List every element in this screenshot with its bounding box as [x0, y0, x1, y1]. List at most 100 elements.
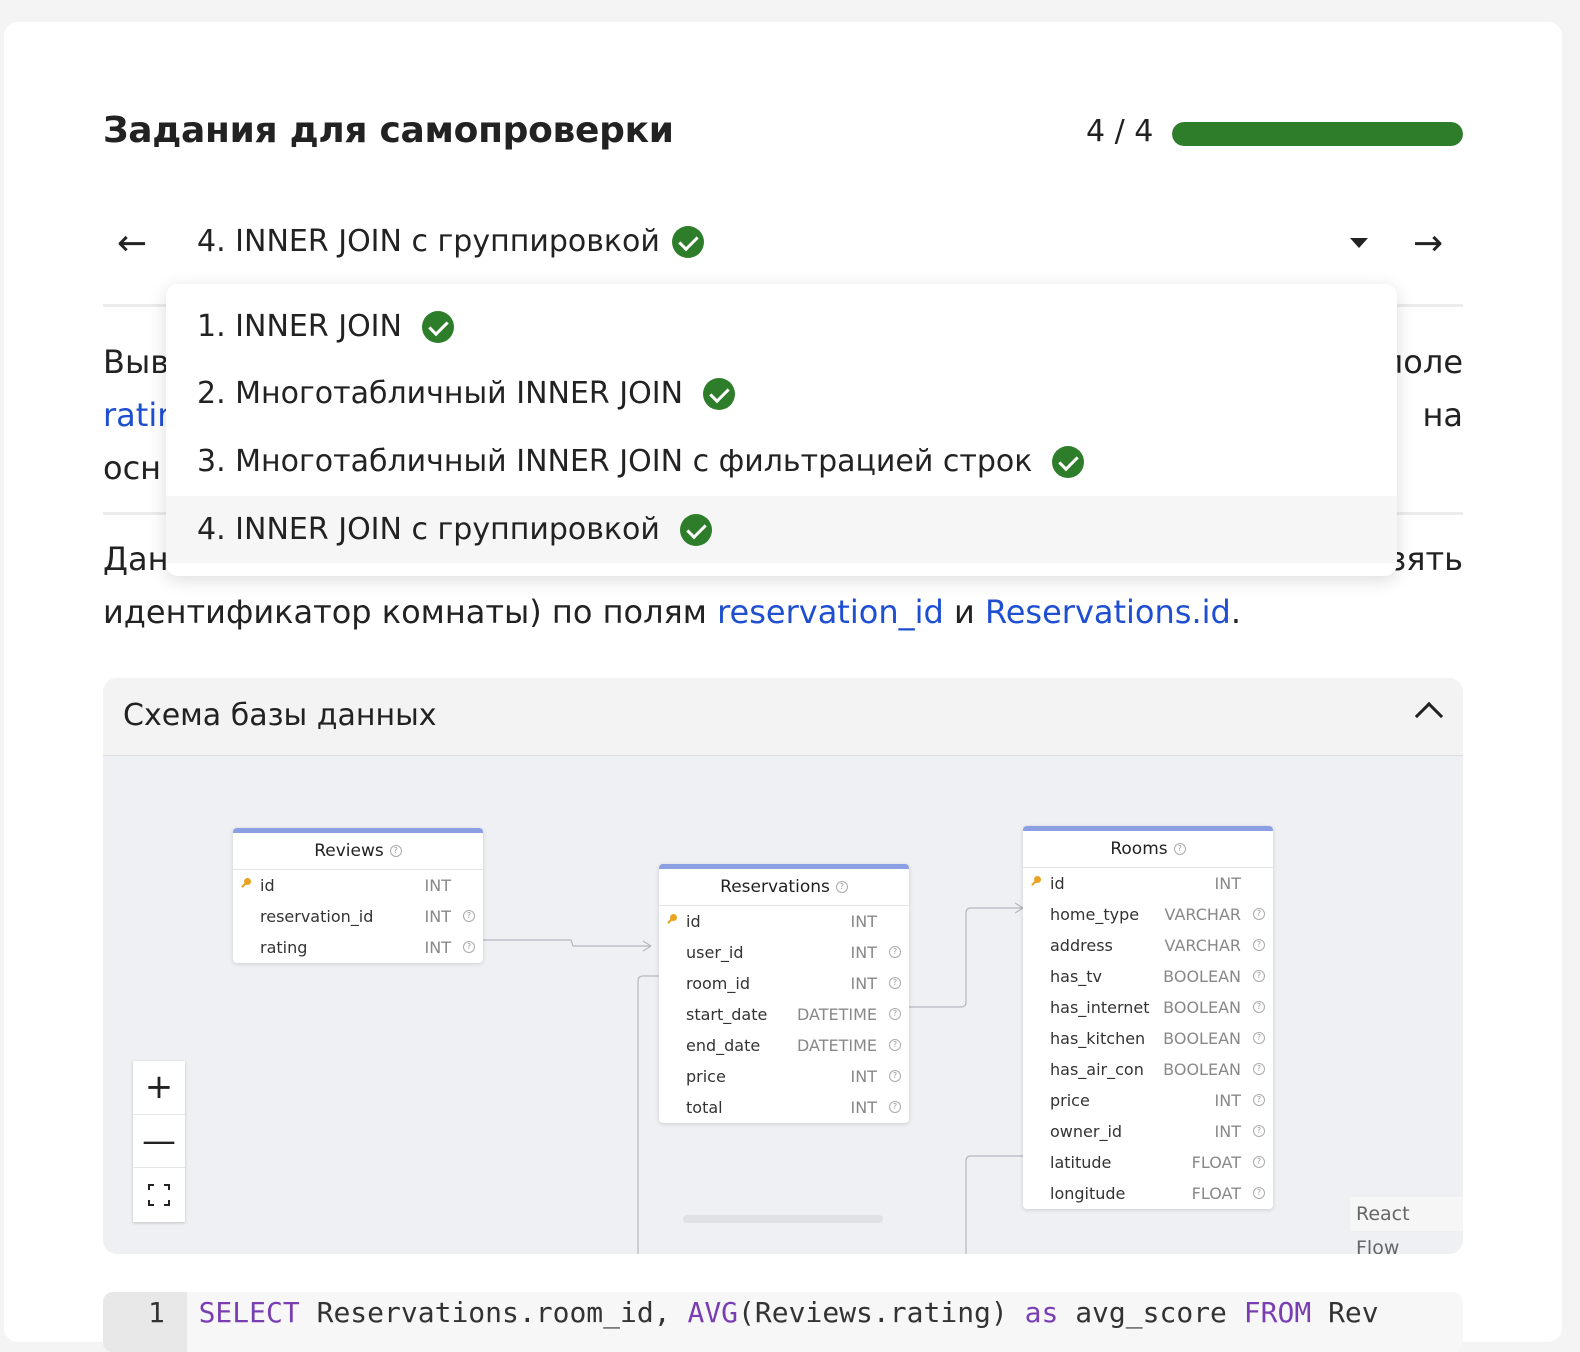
dropdown-item-4[interactable]: 4. INNER JOIN с группировкой	[166, 496, 1397, 563]
check-icon	[671, 225, 704, 258]
sql-text: Rev	[1311, 1296, 1379, 1329]
check-icon	[1052, 445, 1085, 478]
table-column: price INT?	[659, 1061, 909, 1092]
task-text-fragment: на	[1422, 396, 1463, 434]
help-icon[interactable]: ?	[1253, 1001, 1265, 1013]
sql-keyword: FROM	[1243, 1296, 1312, 1329]
dropdown-item-3[interactable]: 3. Многотабличный INNER JOIN с фильтраци…	[166, 428, 1397, 495]
column-type: INT	[850, 1067, 877, 1086]
dropdown-item-2[interactable]: 2. Многотабличный INNER JOIN	[166, 360, 1397, 427]
dropdown-item-label: 2. Многотабличный INNER JOIN	[197, 376, 684, 411]
table-header: Reviews?	[233, 833, 483, 870]
help-icon[interactable]: ?	[1173, 843, 1186, 855]
rooms-table[interactable]: Rooms? id INT home_type VARCHAR? address VA…	[1023, 826, 1273, 1209]
sql-text: (Reviews.rating)	[738, 1296, 1025, 1329]
column-name: end_date	[686, 1036, 761, 1055]
column-name: user_id	[686, 943, 744, 962]
help-icon[interactable]: ?	[1253, 970, 1265, 982]
collapse-chevron-icon[interactable]	[1414, 701, 1444, 731]
dropdown-item-1[interactable]: 1. INNER JOIN	[166, 293, 1397, 360]
help-icon[interactable]: ?	[889, 1008, 901, 1020]
schema-header[interactable]: Схема базы данных	[103, 678, 1463, 756]
check-icon	[679, 513, 712, 546]
help-icon[interactable]: ?	[1253, 1156, 1265, 1168]
dropdown-item-label: 1. INNER JOIN	[197, 309, 402, 344]
column-name: id	[260, 876, 275, 895]
column-name: total	[686, 1098, 723, 1117]
column-type: INT	[424, 907, 451, 926]
table-column: has_internet BOOLEAN?	[1023, 992, 1273, 1023]
reservations-table[interactable]: Reservations? id INT user_id INT? room_id I…	[659, 864, 909, 1123]
key-icon	[1031, 876, 1041, 886]
key-icon	[241, 878, 251, 888]
sql-keyword: as	[1024, 1296, 1059, 1329]
check-icon	[703, 377, 736, 410]
column-type: INT	[424, 876, 451, 895]
next-task-button[interactable]: →	[1413, 222, 1443, 266]
progress-bar-fill	[1172, 122, 1463, 146]
sql-keyword: SELECT	[198, 1296, 300, 1329]
code-editor[interactable]: 1 SELECT Reservations.room_id, AVG(Revie…	[103, 1292, 1463, 1352]
table-column: rating INT?	[233, 932, 483, 963]
reviews-table[interactable]: Reviews? id INT reservation_id INT? rating…	[233, 828, 483, 963]
column-type: BOOLEAN	[1163, 967, 1241, 986]
help-icon[interactable]: ?	[889, 1101, 901, 1113]
column-name: start_date	[686, 1005, 768, 1024]
column-type: FLOAT	[1191, 1153, 1241, 1172]
progress-bar	[1172, 122, 1463, 146]
fit-view-button[interactable]	[133, 1168, 185, 1222]
column-type: FLOAT	[1191, 1184, 1241, 1203]
help-icon[interactable]: ?	[889, 946, 901, 958]
help-icon[interactable]: ?	[1253, 1063, 1265, 1075]
help-icon[interactable]: ?	[889, 1070, 901, 1082]
zoom-in-button[interactable]: +	[133, 1061, 185, 1115]
dropdown-caret-icon[interactable]	[1350, 238, 1368, 248]
help-icon[interactable]: ?	[1253, 1187, 1265, 1199]
table-column: total INT?	[659, 1092, 909, 1123]
column-type: VARCHAR	[1164, 905, 1241, 924]
column-type: BOOLEAN	[1163, 1060, 1241, 1079]
page-title: Задания для самопроверки	[103, 110, 674, 151]
help-icon[interactable]: ?	[835, 881, 848, 893]
code-line: 1 SELECT Reservations.room_id, AVG(Revie…	[148, 1296, 1379, 1329]
schema-title: Схема базы данных	[123, 698, 437, 733]
data-text-line: идентификатор комнаты) по полям reservat…	[103, 586, 1241, 639]
help-icon[interactable]: ?	[1253, 1094, 1265, 1106]
table-column: latitude FLOAT?	[1023, 1147, 1273, 1178]
field-link[interactable]: Reservations.id	[985, 593, 1231, 631]
zoom-out-button[interactable]: —	[133, 1115, 185, 1169]
help-icon[interactable]: ?	[1253, 1125, 1265, 1137]
column-name: has_kitchen	[1050, 1029, 1146, 1048]
task-dropdown-menu: 1. INNER JOIN 2. Многотабличный INNER JO…	[166, 284, 1397, 576]
column-name: has_tv	[1050, 967, 1103, 986]
task-selector[interactable]: 4. INNER JOIN с группировкой	[197, 224, 704, 259]
flow-controls: + —	[133, 1061, 185, 1222]
table-column: address VARCHAR?	[1023, 930, 1273, 961]
help-icon[interactable]: ?	[889, 1039, 901, 1051]
horizontal-scrollbar[interactable]	[683, 1215, 883, 1223]
help-icon[interactable]: ?	[389, 845, 402, 857]
react-flow-attribution[interactable]: React Flow	[1350, 1197, 1463, 1254]
help-icon[interactable]: ?	[1253, 1032, 1265, 1044]
column-name: longitude	[1050, 1184, 1126, 1203]
column-name: latitude	[1050, 1153, 1112, 1172]
table-column: has_air_con BOOLEAN?	[1023, 1054, 1273, 1085]
table-column: owner_id INT?	[1023, 1116, 1273, 1147]
column-type: INT	[850, 1098, 877, 1117]
table-header: Reservations?	[659, 869, 909, 906]
prev-task-button[interactable]: ←	[117, 222, 147, 266]
help-icon[interactable]: ?	[889, 977, 901, 989]
column-type: VARCHAR	[1164, 936, 1241, 955]
column-name: has_internet	[1050, 998, 1150, 1017]
field-link[interactable]: reservation_id	[717, 593, 944, 631]
help-icon[interactable]: ?	[1253, 908, 1265, 920]
column-name: has_air_con	[1050, 1060, 1144, 1079]
help-icon[interactable]: ?	[463, 910, 475, 922]
help-icon[interactable]: ?	[463, 941, 475, 953]
fit-view-icon	[148, 1183, 170, 1206]
help-icon[interactable]: ?	[1253, 939, 1265, 951]
data-text: .	[1230, 593, 1241, 631]
key-icon	[667, 914, 677, 924]
schema-canvas[interactable]: Reviews? id INT reservation_id INT? rating…	[103, 756, 1463, 1254]
column-type: INT	[850, 974, 877, 993]
